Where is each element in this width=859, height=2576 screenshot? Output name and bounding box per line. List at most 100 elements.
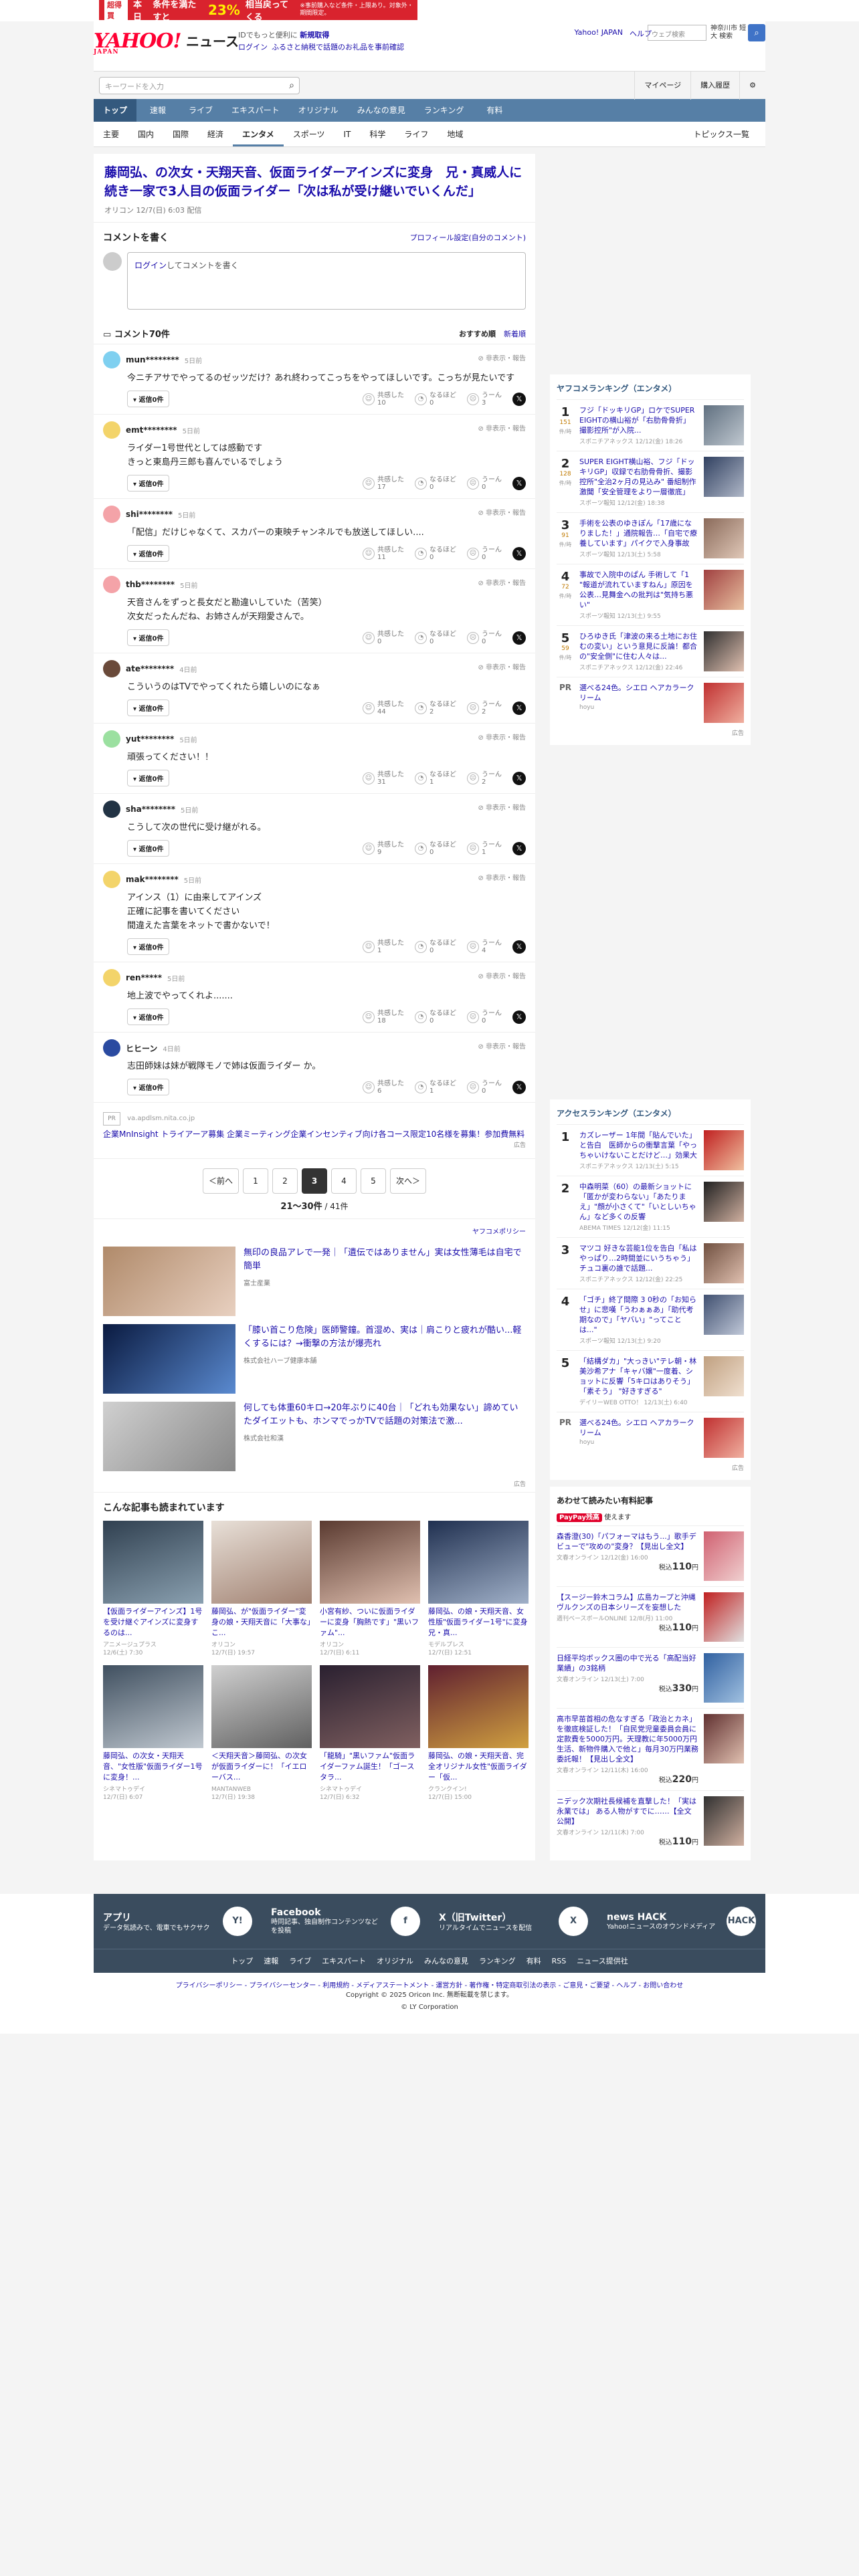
ranking-title[interactable]: 手術を公表のゆきぽん「17歳になりました！」通院報告…「自宅で療養しています」パ…: [579, 518, 698, 548]
pr-title[interactable]: 選べる24色。シエロ ヘアカラークリーム: [579, 1418, 698, 1438]
reply-button[interactable]: ▾ 返信0件: [127, 629, 170, 646]
category-tab-8[interactable]: ライフ: [395, 122, 438, 146]
reaction-understand-button[interactable]: ◔ なるほど 1: [415, 1080, 456, 1095]
avatar[interactable]: [103, 660, 120, 677]
ad-title[interactable]: 無印の良品アレで一発｜「遺伝ではありません」実は女性薄毛は自宅で簡単: [244, 1247, 526, 1273]
reaction-understand-button[interactable]: ◔ なるほど 2: [415, 701, 456, 716]
hide-report-link[interactable]: ⊘ 非表示・報告: [478, 577, 526, 587]
reaction-agree-button[interactable]: ☺ 共感した 31: [363, 771, 404, 786]
topics-list-link[interactable]: トピックス一覧: [684, 122, 759, 147]
footer-nav-item[interactable]: ニュース提供社: [577, 1949, 628, 1973]
ranking-item[interactable]: 4 72 件/時 事故で入院中のぱん 手術して「1 "報道が流れていますねん」原因を公…: [557, 564, 744, 625]
facebook-icon[interactable]: f: [391, 1907, 420, 1936]
reaction-agree-button[interactable]: ☺ 共感した 6: [363, 1080, 404, 1095]
x-share-icon[interactable]: 𝕏: [512, 392, 526, 406]
ranking-title[interactable]: 事故で入院中のぱん 手術して「1 "報道が流れていますねん」原因を公表…見舞金へ…: [579, 570, 698, 610]
nav-item-2[interactable]: ライブ: [179, 99, 222, 122]
newshack-icon[interactable]: HACK: [727, 1907, 756, 1936]
avatar[interactable]: [103, 351, 120, 368]
category-tab-6[interactable]: IT: [334, 122, 360, 146]
hide-report-link[interactable]: ⊘ 非表示・報告: [478, 507, 526, 517]
hide-report-link[interactable]: ⊘ 非表示・報告: [478, 1041, 526, 1051]
app-icon[interactable]: Y!: [223, 1907, 252, 1936]
sort-recommended[interactable]: おすすめ順: [459, 330, 496, 338]
article-thumbnail[interactable]: [428, 1665, 529, 1748]
nav-item-3[interactable]: エキスパート: [222, 99, 289, 122]
ranking-item[interactable]: 2 128 件/時 SUPER EIGHT横山裕、フジ「ドッキリGP」収録で右肋骨骨折…: [557, 451, 744, 512]
ranking-item[interactable]: 3 91 件/時 手術を公表のゆきぽん「17歳になりました！」通院報告…「自宅で療養し…: [557, 512, 744, 564]
x-share-icon[interactable]: 𝕏: [512, 631, 526, 645]
comment-author[interactable]: thb********: [126, 580, 175, 589]
reaction-agree-button[interactable]: ☺ 共感した 18: [363, 1010, 404, 1025]
sort-newest[interactable]: 新着順: [504, 330, 526, 338]
reply-button[interactable]: ▾ 返信0件: [127, 840, 170, 857]
related-article[interactable]: ＜天翔天音＞藤岡弘、の次女が仮面ライダーに！「イエローバス... MANTANWE…: [211, 1665, 312, 1802]
ranking-title[interactable]: マツコ 好きな芸能1位を告白「私はやっぱり…2時間並にいうちゃう」 チュコ裏の誰…: [579, 1243, 698, 1273]
reaction-hmm-button[interactable]: ☹ うーん 0: [467, 1010, 502, 1025]
comment-author[interactable]: mun********: [126, 355, 179, 364]
ranking-title[interactable]: 「結構ダカ」"大っきい"テレ朝・林美沙希アナ「キャバ嬢"一度着、ショットに反響「…: [579, 1356, 698, 1396]
related-title[interactable]: ＜天翔天音＞藤岡弘、の次女が仮面ライダーに！「イエローバス...: [211, 1751, 312, 1783]
footer-nav-item[interactable]: みんなの意見: [424, 1949, 468, 1973]
prev-page-button[interactable]: ＜前へ: [202, 1168, 239, 1194]
related-article[interactable]: 藤岡弘、の次女・天翔天音、"女性版"仮面ライダー1号に変身！... シネマトゥデイ…: [103, 1665, 203, 1802]
avatar[interactable]: [103, 871, 120, 888]
paid-item[interactable]: 【スージー鈴木コラム】広島カープと沖縄ヴルクンズの日本シリーズを妄想した 週刊ベー…: [557, 1586, 744, 1647]
ranking-item[interactable]: 1 151 件/時 フジ「ドッキリGP」ロケでSUPER EIGHTの横山裕が「右肋骨…: [557, 399, 744, 451]
ranking-item[interactable]: 5 「結構ダカ」"大っきい"テレ朝・林美沙希アナ「キャバ嬢"一度着、ショットに反響…: [557, 1350, 744, 1412]
reaction-understand-button[interactable]: ◔ なるほど 1: [415, 771, 456, 786]
category-tab-7[interactable]: 科学: [360, 122, 395, 146]
paid-title[interactable]: 日経平均ボックス圏の中で光る「高配当好業績」の3銘柄: [557, 1653, 698, 1673]
location-text[interactable]: 神奈川市 短大 検索: [710, 25, 748, 41]
avatar[interactable]: [103, 421, 120, 439]
reply-button[interactable]: ▾ 返信0件: [127, 545, 170, 562]
x-share-icon[interactable]: 𝕏: [512, 1080, 526, 1094]
reaction-hmm-button[interactable]: ☹ うーん 2: [467, 771, 502, 786]
mypage-link[interactable]: マイページ: [634, 72, 690, 100]
reaction-hmm-button[interactable]: ☹ うーん 2: [467, 701, 502, 716]
ranking-title[interactable]: フジ「ドッキリGP」ロケでSUPER EIGHTの横山裕が「右肋骨骨折」 撮影控…: [579, 405, 698, 435]
avatar[interactable]: [103, 576, 120, 593]
paid-item[interactable]: 日経平均ボックス圏の中で光る「高配当好業績」の3銘柄 文春オンライン 12/13(…: [557, 1647, 744, 1708]
reply-button[interactable]: ▾ 返信0件: [127, 938, 170, 955]
footer-nav-item[interactable]: トップ: [231, 1949, 253, 1973]
hide-report-link[interactable]: ⊘ 非表示・報告: [478, 872, 526, 882]
article-title[interactable]: 藤岡弘、の次女・天翔天音、仮面ライダーアインズに変身 兄・真威人に続き一家で3人…: [104, 163, 524, 201]
hide-report-link[interactable]: ⊘ 非表示・報告: [478, 352, 526, 362]
footer-nav-item[interactable]: ライブ: [289, 1949, 311, 1973]
policy-link[interactable]: ヤフコメポリシー: [94, 1218, 535, 1243]
article-thumbnail[interactable]: [320, 1665, 420, 1748]
paid-title[interactable]: 森香澄(30)「パフォーマはもう...」歌手デビューで"攻めの"変身？【見出し全…: [557, 1531, 698, 1551]
related-article[interactable]: 藤岡弘、の娘・天翔天音、女性版"仮面ライダー1号"に変身 兄・真... モデルプレ…: [428, 1521, 529, 1657]
reaction-agree-button[interactable]: ☺ 共感した 11: [363, 546, 404, 561]
nav-item-6[interactable]: ランキング: [415, 99, 474, 122]
x-icon[interactable]: X: [559, 1907, 588, 1936]
web-search-input[interactable]: ウェブ検索: [648, 25, 706, 41]
reaction-hmm-button[interactable]: ☹ うーん 0: [467, 546, 502, 561]
hide-report-link[interactable]: ⊘ 非表示・報告: [478, 732, 526, 742]
article-thumbnail[interactable]: [320, 1521, 420, 1604]
ranking-item[interactable]: 5 59 件/時 ひろゆき氏「津波の来る土地にお住むの変い」という意見に反論！都合の"…: [557, 625, 744, 677]
reaction-agree-button[interactable]: ☺ 共感した 0: [363, 631, 404, 645]
category-tab-5[interactable]: スポーツ: [284, 122, 335, 146]
ranking-item[interactable]: 3 マツコ 好きな芸能1位を告白「私はやっぱり…2時間並にいうちゃう」 チュコ裏の…: [557, 1237, 744, 1289]
footer-nav-item[interactable]: RSS: [552, 1949, 567, 1973]
footer-nav-item[interactable]: ランキング: [479, 1949, 516, 1973]
reaction-understand-button[interactable]: ◔ なるほど 0: [415, 940, 456, 954]
reaction-agree-button[interactable]: ☺ 共感した 17: [363, 476, 404, 491]
news-logo[interactable]: ニュース: [186, 31, 239, 50]
paid-title[interactable]: 【スージー鈴木コラム】広島カープと沖縄ヴルクンズの日本シリーズを妄想した: [557, 1592, 698, 1612]
login-link[interactable]: ログイン: [238, 43, 268, 51]
reaction-understand-button[interactable]: ◔ なるほど 0: [415, 1010, 456, 1025]
hide-report-link[interactable]: ⊘ 非表示・報告: [478, 661, 526, 671]
related-title[interactable]: 藤岡弘、の娘・天翔天音、女性版"仮面ライダー1号"に変身 兄・真...: [428, 1606, 529, 1638]
x-share-icon[interactable]: 𝕏: [512, 476, 526, 490]
x-share-icon[interactable]: 𝕏: [512, 940, 526, 954]
furusato-link[interactable]: ふるさと納税で話題のお礼品を事前確認: [272, 43, 404, 51]
comment-author[interactable]: yut********: [126, 734, 174, 744]
reaction-hmm-button[interactable]: ☹ うーん 0: [467, 1080, 502, 1095]
reply-button[interactable]: ▾ 返信0件: [127, 700, 170, 716]
page-button[interactable]: 1: [243, 1168, 268, 1194]
paid-item[interactable]: ニデック次期社長候補を直撃した！「実は永業では」 ある人物がすでに……【全文公開…: [557, 1790, 744, 1852]
keyword-search-input[interactable]: キーワードを入力: [99, 77, 300, 94]
